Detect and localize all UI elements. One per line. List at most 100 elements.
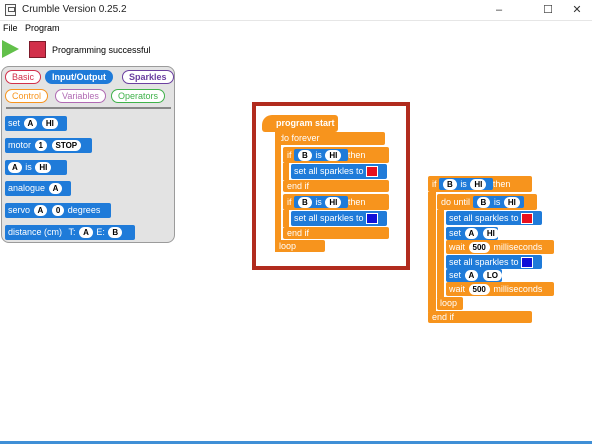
tab-operators[interactable]: Operators (111, 89, 166, 103)
if-label: if (287, 150, 292, 160)
tab-control[interactable]: Control (5, 89, 49, 103)
menu-program[interactable]: Program (25, 23, 60, 33)
menu-file[interactable]: File (3, 23, 18, 33)
condition-block[interactable]: B is HI (294, 149, 348, 162)
analogue-block[interactable]: analogue A (5, 181, 71, 196)
is-label: is (460, 179, 467, 189)
wait-block[interactable]: wait 500 milliseconds (446, 282, 554, 296)
set-all-sparkles-block[interactable]: set all sparkles to (446, 211, 542, 225)
unit-label: degrees (67, 205, 101, 215)
echo-pin[interactable]: B (108, 227, 123, 239)
play-icon[interactable] (2, 40, 19, 58)
do-until-block[interactable]: do until B is HI (437, 194, 537, 210)
is-label: is (493, 197, 501, 207)
end-if-block: end if (428, 311, 532, 323)
echo-label: E: (96, 227, 105, 237)
tab-variables[interactable]: Variables (55, 89, 106, 103)
is-label: is (315, 197, 322, 207)
tab-sparkles[interactable]: Sparkles (122, 70, 174, 84)
wait-duration-input[interactable]: 500 (468, 284, 490, 296)
motor-state[interactable]: STOP (51, 140, 82, 152)
sparkle-color-swatch[interactable] (365, 213, 378, 225)
forever-bracket (275, 132, 281, 252)
tab-input-output[interactable]: Input/Output (45, 70, 113, 84)
distance-block[interactable]: distance (cm) T: A E: B (5, 225, 135, 240)
maximize-button[interactable]: ☐ (532, 0, 564, 21)
then-label: then (347, 197, 366, 207)
trigger-label: T: (68, 227, 76, 237)
motor-number[interactable]: 1 (34, 140, 47, 152)
set-all-sparkles-block[interactable]: set all sparkles to (446, 255, 542, 269)
window-title: Crumble Version 0.25.2 (22, 4, 127, 15)
condition-block[interactable]: B is HI (294, 196, 348, 209)
servo-block[interactable]: servo A 0 degrees (5, 203, 111, 218)
block-label: wait (449, 284, 466, 294)
block-label: set (449, 228, 462, 238)
tab-basic[interactable]: Basic (5, 70, 42, 84)
value-selector[interactable]: HI (470, 179, 487, 191)
do-until-label: do until (441, 197, 471, 207)
value-selector[interactable]: HI (35, 162, 52, 174)
pin-is-block[interactable]: A is HI (5, 160, 67, 175)
close-button[interactable]: ✕ (562, 0, 592, 21)
pin-selector[interactable]: A (33, 205, 48, 217)
block-label: servo (8, 205, 31, 215)
sparkle-color-swatch[interactable] (520, 213, 533, 225)
set-all-sparkles-block[interactable]: set all sparkles to (291, 164, 387, 179)
if-label: if (287, 197, 292, 207)
block-label: set all sparkles to (449, 257, 519, 267)
set-pin-block[interactable]: set A HI (5, 116, 67, 131)
end-if-block: end if (283, 227, 389, 239)
condition-block[interactable]: B is HI (472, 196, 524, 209)
until-bracket (437, 210, 444, 298)
if-block-1[interactable]: if B is HI then (283, 147, 389, 163)
if-bracket (283, 210, 289, 227)
condition-block[interactable]: B is HI (439, 178, 493, 191)
then-label: then (347, 150, 366, 160)
do-forever-block[interactable]: do forever (275, 132, 385, 145)
angle-input[interactable]: 0 (51, 205, 65, 217)
sparkle-color-swatch[interactable] (365, 166, 378, 178)
value-selector[interactable]: HI (325, 197, 342, 209)
if-label: if (432, 179, 437, 189)
value-selector[interactable]: HI (325, 150, 342, 162)
set-all-sparkles-block[interactable]: set all sparkles to (291, 211, 387, 226)
if-block-2[interactable]: if B is HI then (283, 194, 389, 210)
pin-selector[interactable]: A (23, 118, 38, 130)
value-selector[interactable]: HI (503, 197, 520, 209)
set-pin-block[interactable]: set A HI (446, 227, 499, 240)
palette-divider (6, 107, 171, 109)
pin-selector[interactable]: B (298, 197, 312, 209)
pin-selector[interactable]: A (8, 162, 22, 174)
wait-block[interactable]: wait 500 milliseconds (446, 240, 554, 254)
app-window-icon (5, 4, 16, 16)
value-selector[interactable]: HI (41, 118, 58, 130)
block-label: set all sparkles to (294, 166, 364, 176)
if-block-3[interactable]: if B is HI then (428, 176, 532, 192)
wait-duration-input[interactable]: 500 (468, 242, 490, 254)
trigger-pin[interactable]: A (79, 227, 93, 239)
motor-block[interactable]: motor 1 STOP (5, 138, 92, 153)
sparkle-color-swatch[interactable] (520, 257, 533, 269)
end-if-block: end if (283, 180, 389, 192)
pin-selector[interactable]: A (464, 270, 479, 282)
menu-bar (0, 21, 592, 35)
block-label: distance (cm) (8, 227, 63, 237)
block-label: set all sparkles to (294, 213, 364, 223)
loop-block: loop (437, 297, 463, 310)
pin-selector[interactable]: B (443, 179, 457, 191)
pin-selector[interactable]: B (298, 150, 312, 162)
if-bracket (428, 192, 436, 312)
block-label: motor (8, 140, 32, 150)
pin-selector[interactable]: A (464, 228, 479, 240)
value-selector[interactable]: HI (482, 228, 499, 240)
program-start-block[interactable]: program start (262, 115, 338, 132)
block-label: analogue (8, 183, 46, 193)
value-selector[interactable]: LO (482, 270, 502, 282)
set-pin-block[interactable]: set A LO (446, 269, 502, 282)
stop-icon[interactable] (29, 41, 46, 58)
pin-selector[interactable]: B (476, 197, 491, 209)
pin-selector[interactable]: A (48, 183, 63, 195)
minimize-button[interactable]: – (483, 0, 515, 21)
loop-block: loop (275, 240, 325, 252)
